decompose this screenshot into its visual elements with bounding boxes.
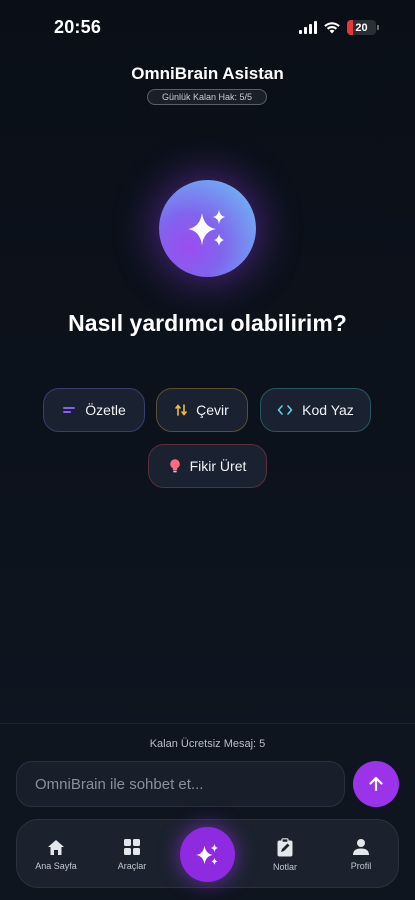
chat-input[interactable]	[16, 761, 345, 807]
lightbulb-icon	[169, 459, 180, 473]
suggestion-label: Çevir	[196, 402, 229, 418]
suggestion-label: Özetle	[85, 402, 126, 418]
assistant-fab-button[interactable]	[180, 827, 235, 882]
battery-icon: 20	[347, 20, 376, 35]
status-bar: 20:56 20	[0, 0, 415, 56]
daily-quota-badge: Günlük Kalan Hak: 5/5	[147, 89, 267, 105]
tab-label: Profil	[350, 861, 372, 871]
person-icon	[353, 839, 369, 855]
status-time: 20:56	[54, 17, 102, 37]
arrow-up-icon	[369, 776, 383, 792]
grid-icon	[124, 839, 140, 855]
suggestion-translate-button[interactable]: Çevir	[156, 388, 248, 432]
summary-lines-icon	[63, 407, 76, 413]
tab-notes[interactable]: Notlar	[260, 820, 310, 889]
greeting-headline: Nasıl yardımcı olabilirim?	[68, 310, 347, 336]
send-button[interactable]	[353, 761, 399, 807]
page-title: OmniBrain Asistan	[131, 64, 284, 83]
suggestion-idea-button[interactable]: Fikir Üret	[148, 444, 267, 488]
assistant-orb	[159, 180, 256, 277]
cellular-signal-icon	[299, 21, 317, 34]
tab-home[interactable]: Ana Sayfa	[31, 820, 81, 889]
tab-tools[interactable]: Araçlar	[107, 820, 157, 889]
remaining-free-messages: Kalan Ücretsiz Mesaj: 5	[149, 738, 266, 750]
sparkles-icon	[195, 843, 218, 865]
suggestion-label: Fikir Üret	[189, 458, 247, 474]
tab-label: Ana Sayfa	[35, 860, 77, 871]
battery-level: 20	[355, 21, 368, 34]
swap-arrows-icon	[175, 404, 187, 416]
code-brackets-icon	[277, 405, 293, 415]
sparkles-icon	[187, 209, 225, 246]
tab-label: Araçlar	[117, 861, 147, 871]
home-icon	[48, 839, 64, 855]
suggestion-code-button[interactable]: Kod Yaz	[260, 388, 371, 432]
tab-profile[interactable]: Profil	[336, 820, 386, 889]
suggestion-label: Kod Yaz	[302, 402, 354, 418]
suggestion-summarize-button[interactable]: Özetle	[43, 388, 145, 432]
wifi-icon	[324, 22, 340, 34]
status-indicators: 20	[299, 20, 379, 35]
clipboard-edit-icon	[277, 837, 293, 856]
tab-label: Notlar	[272, 861, 297, 872]
